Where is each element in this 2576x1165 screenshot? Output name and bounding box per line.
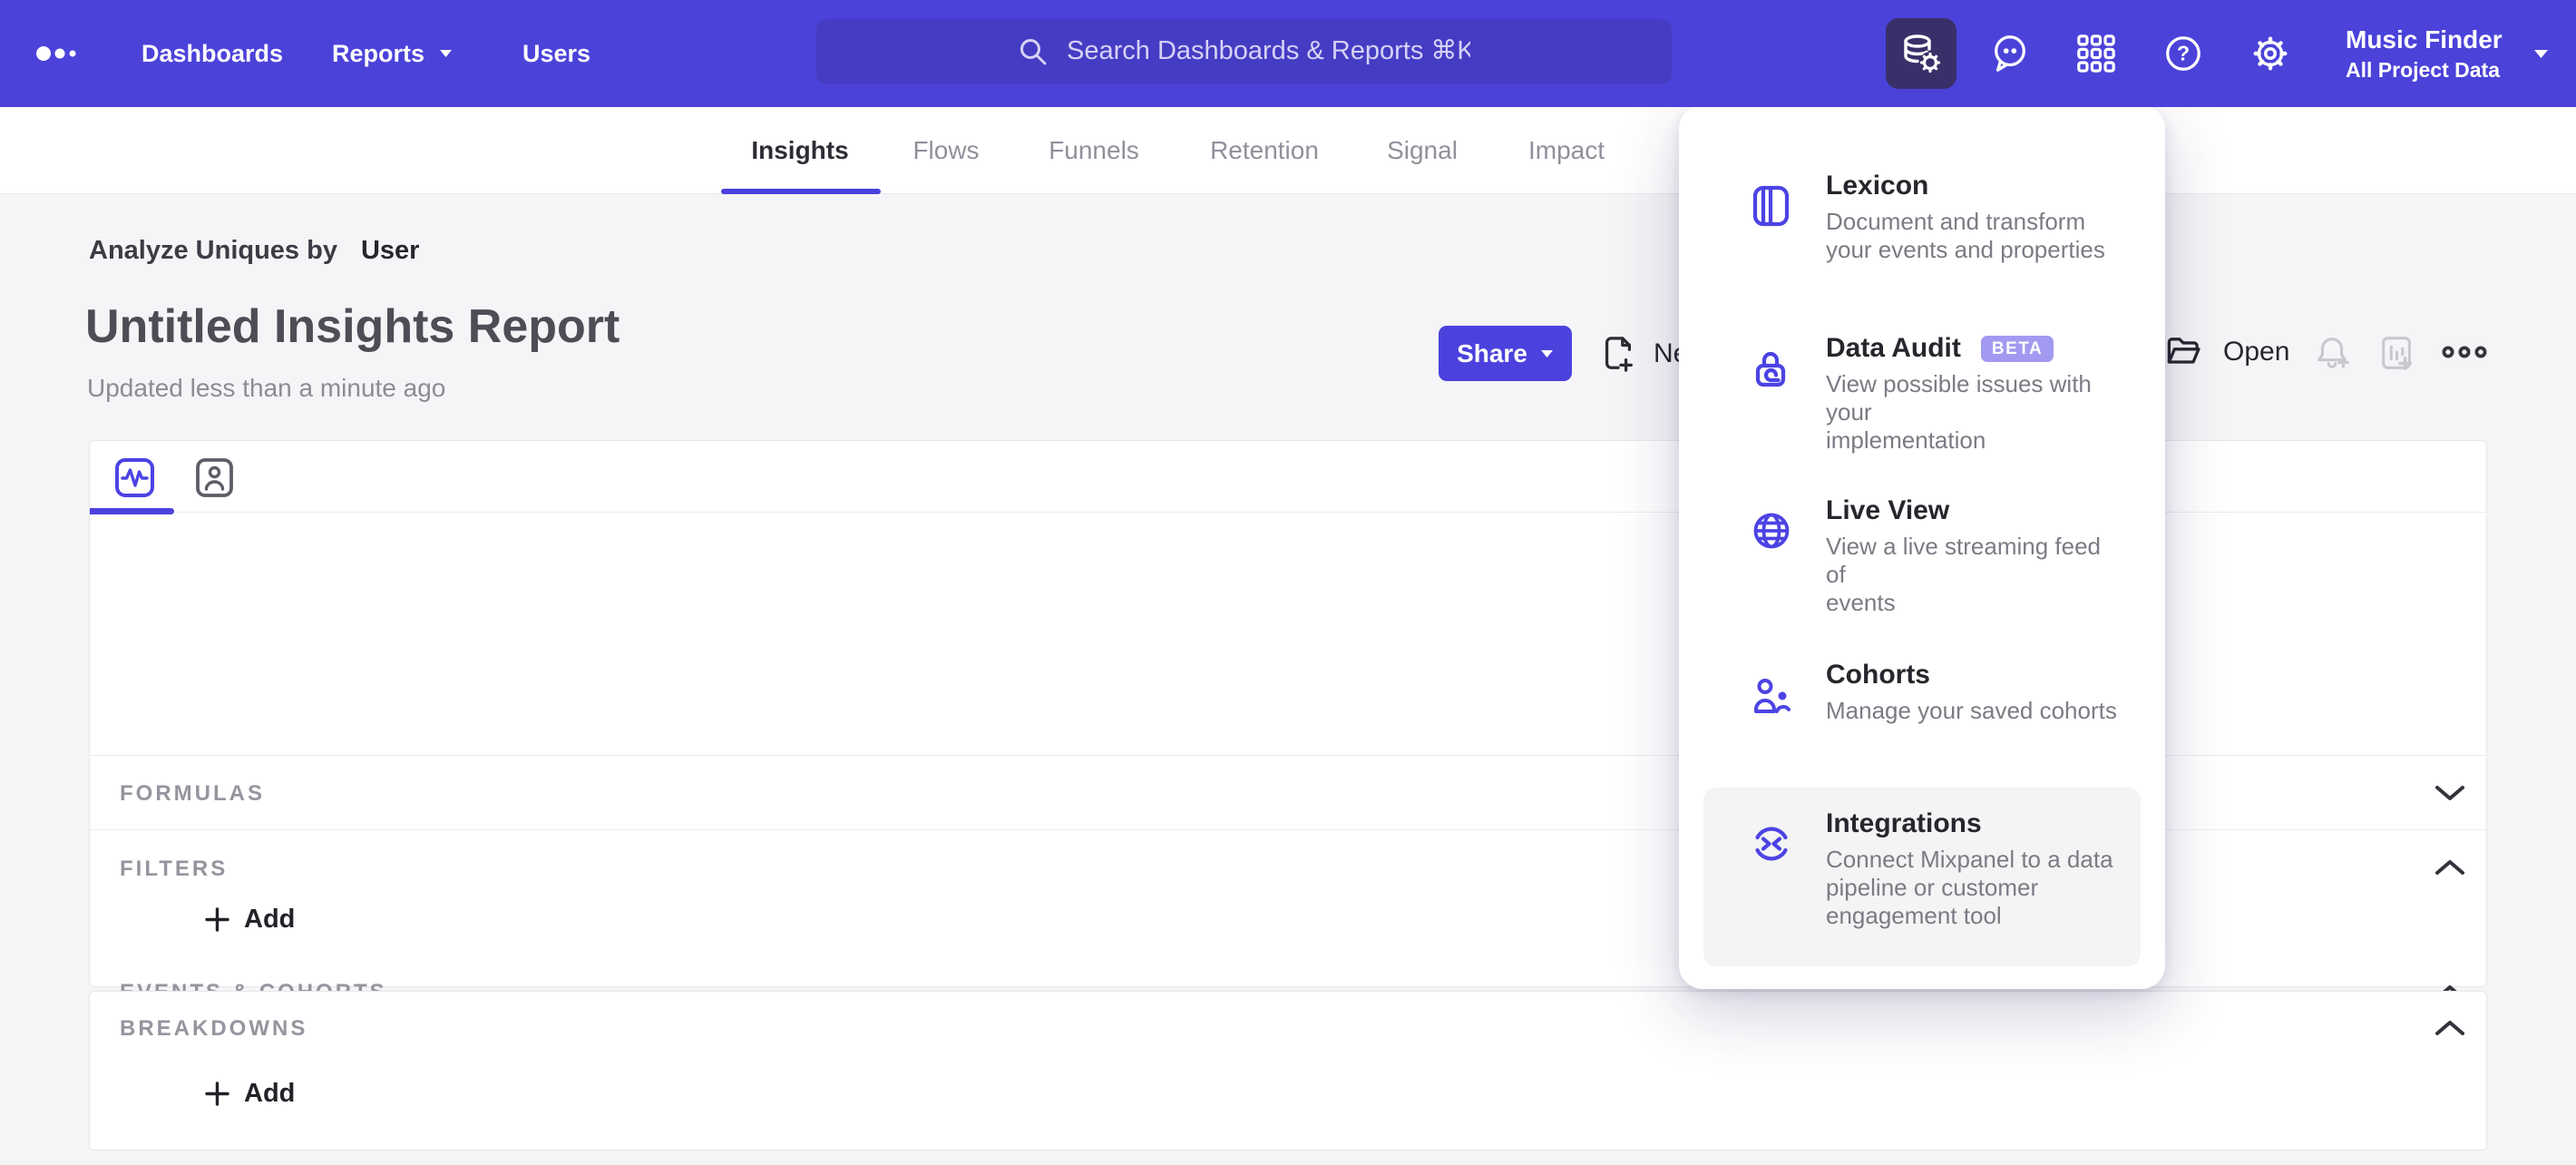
analyze-value-dropdown[interactable]: User xyxy=(361,236,420,266)
updated-timestamp: Updated less than a minute ago xyxy=(87,374,446,402)
breakdowns-collapse-chevron-up[interactable] xyxy=(2435,1019,2465,1037)
tab-impact[interactable]: Impact xyxy=(1528,107,1605,194)
project-switcher[interactable]: Music Finder All Project Data xyxy=(2346,0,2549,107)
integrations-sync-icon xyxy=(1755,827,1788,861)
analyze-selector: Analyze Uniques by User xyxy=(89,236,419,266)
events-view-tab[interactable] xyxy=(114,457,155,498)
document-add-icon xyxy=(1605,337,1633,372)
project-scope: All Project Data xyxy=(2346,57,2500,82)
breakdowns-card: BREAKDOWNS Add xyxy=(89,991,2487,1150)
folder-open-icon xyxy=(2167,338,2200,364)
global-search[interactable] xyxy=(816,19,1672,83)
menu-item-lexicon[interactable]: Lexicon Document and transform your even… xyxy=(1703,155,2141,279)
filters-collapse-chevron-up[interactable] xyxy=(2435,858,2465,876)
logo-dots-icon xyxy=(36,46,76,61)
feedback-button[interactable] xyxy=(1975,18,2045,89)
mixpanel-app: Dashboards Reports Users Search Dashboar… xyxy=(0,0,2576,1165)
report-title[interactable]: Untitled Insights Report xyxy=(85,299,620,354)
active-tab-underline xyxy=(721,189,881,194)
data-management-button[interactable] xyxy=(1886,18,1956,89)
search-icon xyxy=(1020,38,1047,64)
project-name: Music Finder xyxy=(2346,24,2503,54)
top-nav: Dashboards Reports Users Search Dashboar… xyxy=(0,0,2576,107)
beta-badge: BETA xyxy=(1980,335,2054,362)
active-view-underline xyxy=(90,508,174,514)
nav-reports[interactable]: Reports xyxy=(332,0,453,107)
breakdowns-section-label: BREAKDOWNS xyxy=(120,1016,308,1041)
tab-flows[interactable]: Flows xyxy=(912,107,979,194)
add-alert-button[interactable] xyxy=(2311,332,2353,374)
tab-signal[interactable]: Signal xyxy=(1387,107,1458,194)
add-filter-button[interactable]: Add xyxy=(205,905,295,935)
menu-item-cohorts[interactable]: Cohorts Manage your saved cohorts xyxy=(1703,644,2141,739)
live-view-globe-icon xyxy=(1753,513,1790,549)
nav-dashboards-label: Dashboards xyxy=(141,39,284,67)
add-breakdown-button[interactable]: Add xyxy=(205,1079,295,1109)
bell-add-icon xyxy=(2317,338,2349,368)
help-button[interactable]: ? xyxy=(2148,18,2219,89)
report-tabbar: Insights Flows Funnels Retention Signal … xyxy=(0,107,2576,194)
cohorts-people-icon xyxy=(1754,679,1791,713)
ellipsis-icon xyxy=(2442,346,2487,358)
gear-icon xyxy=(2253,36,2288,71)
database-gear-icon xyxy=(1904,34,1941,73)
menu-item-integrations[interactable]: Integrations Connect Mixpanel to a data … xyxy=(1703,788,2141,966)
formulas-expand-chevron-down[interactable] xyxy=(2435,784,2465,802)
menu-item-data-audit[interactable]: Data Audit BETA View possible issues wit… xyxy=(1703,318,2141,469)
filters-section-label: FILTERS xyxy=(120,857,229,881)
feedback-bubble-icon xyxy=(1995,35,2025,72)
open-report-button[interactable]: Open xyxy=(2163,330,2289,374)
plus-icon xyxy=(205,907,229,932)
nav-reports-label: Reports xyxy=(332,39,425,67)
settings-button[interactable] xyxy=(2235,18,2306,89)
nav-dashboards[interactable]: Dashboards xyxy=(141,0,283,107)
mixpanel-logo[interactable] xyxy=(35,42,79,65)
chart-add-icon xyxy=(2382,337,2413,370)
chevron-down-icon xyxy=(1540,349,1553,357)
data-audit-lock-icon xyxy=(1755,351,1786,387)
apps-grid-button[interactable] xyxy=(2061,18,2132,89)
apps-grid-icon xyxy=(2077,34,2115,73)
formulas-section-label: FORMULAS xyxy=(120,781,265,806)
metrics-chart-icon xyxy=(115,458,154,497)
tab-insights[interactable]: Insights xyxy=(751,107,848,194)
more-actions-button[interactable] xyxy=(2442,342,2487,362)
help-icon: ? xyxy=(2166,36,2200,71)
chevron-down-icon xyxy=(2533,49,2548,58)
chevron-down-icon xyxy=(440,50,453,57)
tab-retention[interactable]: Retention xyxy=(1210,107,1319,194)
menu-item-live-view[interactable]: Live View View a live streaming feed of … xyxy=(1703,480,2141,631)
svg-text:?: ? xyxy=(2177,42,2190,65)
add-to-board-button[interactable] xyxy=(2376,332,2418,374)
share-button[interactable]: Share xyxy=(1439,326,1572,381)
analyze-prefix: Analyze Uniques by xyxy=(89,236,337,265)
plus-icon xyxy=(205,1082,229,1106)
user-card-icon xyxy=(196,458,233,497)
nav-users-label: Users xyxy=(522,39,591,67)
data-tools-menu: Lexicon Document and transform your even… xyxy=(1679,105,2165,989)
nav-users[interactable]: Users xyxy=(522,0,590,107)
search-input[interactable] xyxy=(1067,36,1470,66)
tab-funnels[interactable]: Funnels xyxy=(1049,107,1139,194)
profiles-view-tab[interactable] xyxy=(195,457,234,498)
lexicon-book-icon xyxy=(1752,185,1790,227)
